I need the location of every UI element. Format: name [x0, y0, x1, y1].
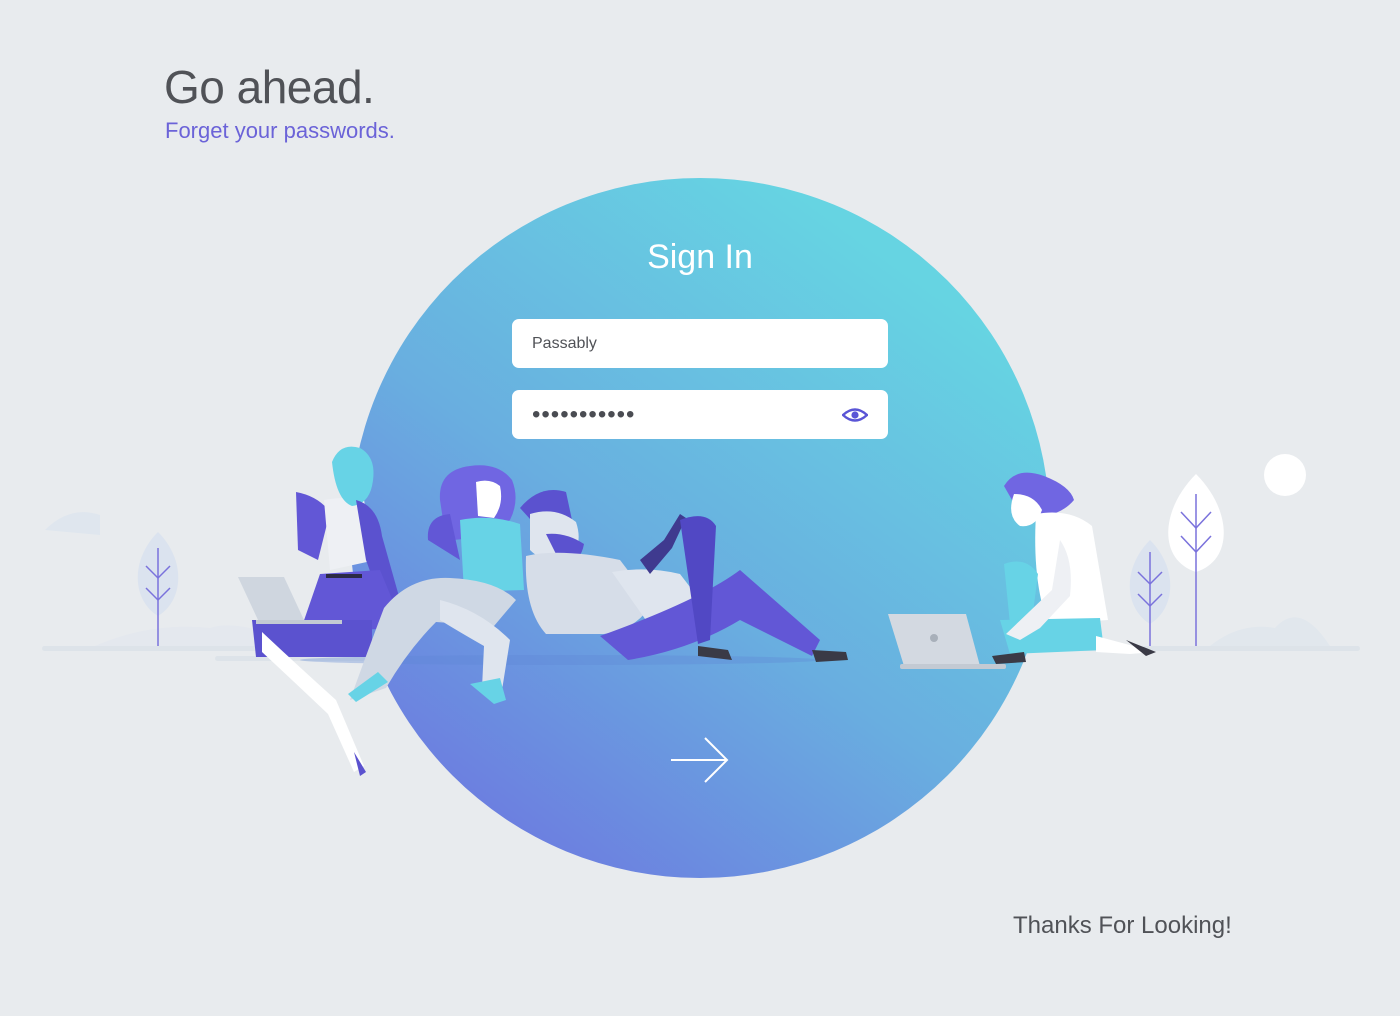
- arrow-right-icon: [671, 737, 729, 783]
- username-value[interactable]: Passably: [532, 335, 870, 353]
- password-field[interactable]: •••••••••••: [512, 390, 888, 439]
- tree-right-large: [1168, 474, 1224, 646]
- sun-shape: [1264, 454, 1306, 496]
- password-value[interactable]: •••••••••••: [532, 402, 840, 427]
- tree-right-small: [1129, 540, 1171, 646]
- hero-illustration: [42, 178, 1360, 878]
- footer-thanks: Thanks For Looking!: [1013, 912, 1232, 939]
- username-field[interactable]: Passably: [512, 319, 888, 368]
- submit-button[interactable]: [668, 732, 732, 788]
- eye-icon[interactable]: [840, 405, 870, 425]
- sign-in-title: Sign In: [647, 238, 753, 276]
